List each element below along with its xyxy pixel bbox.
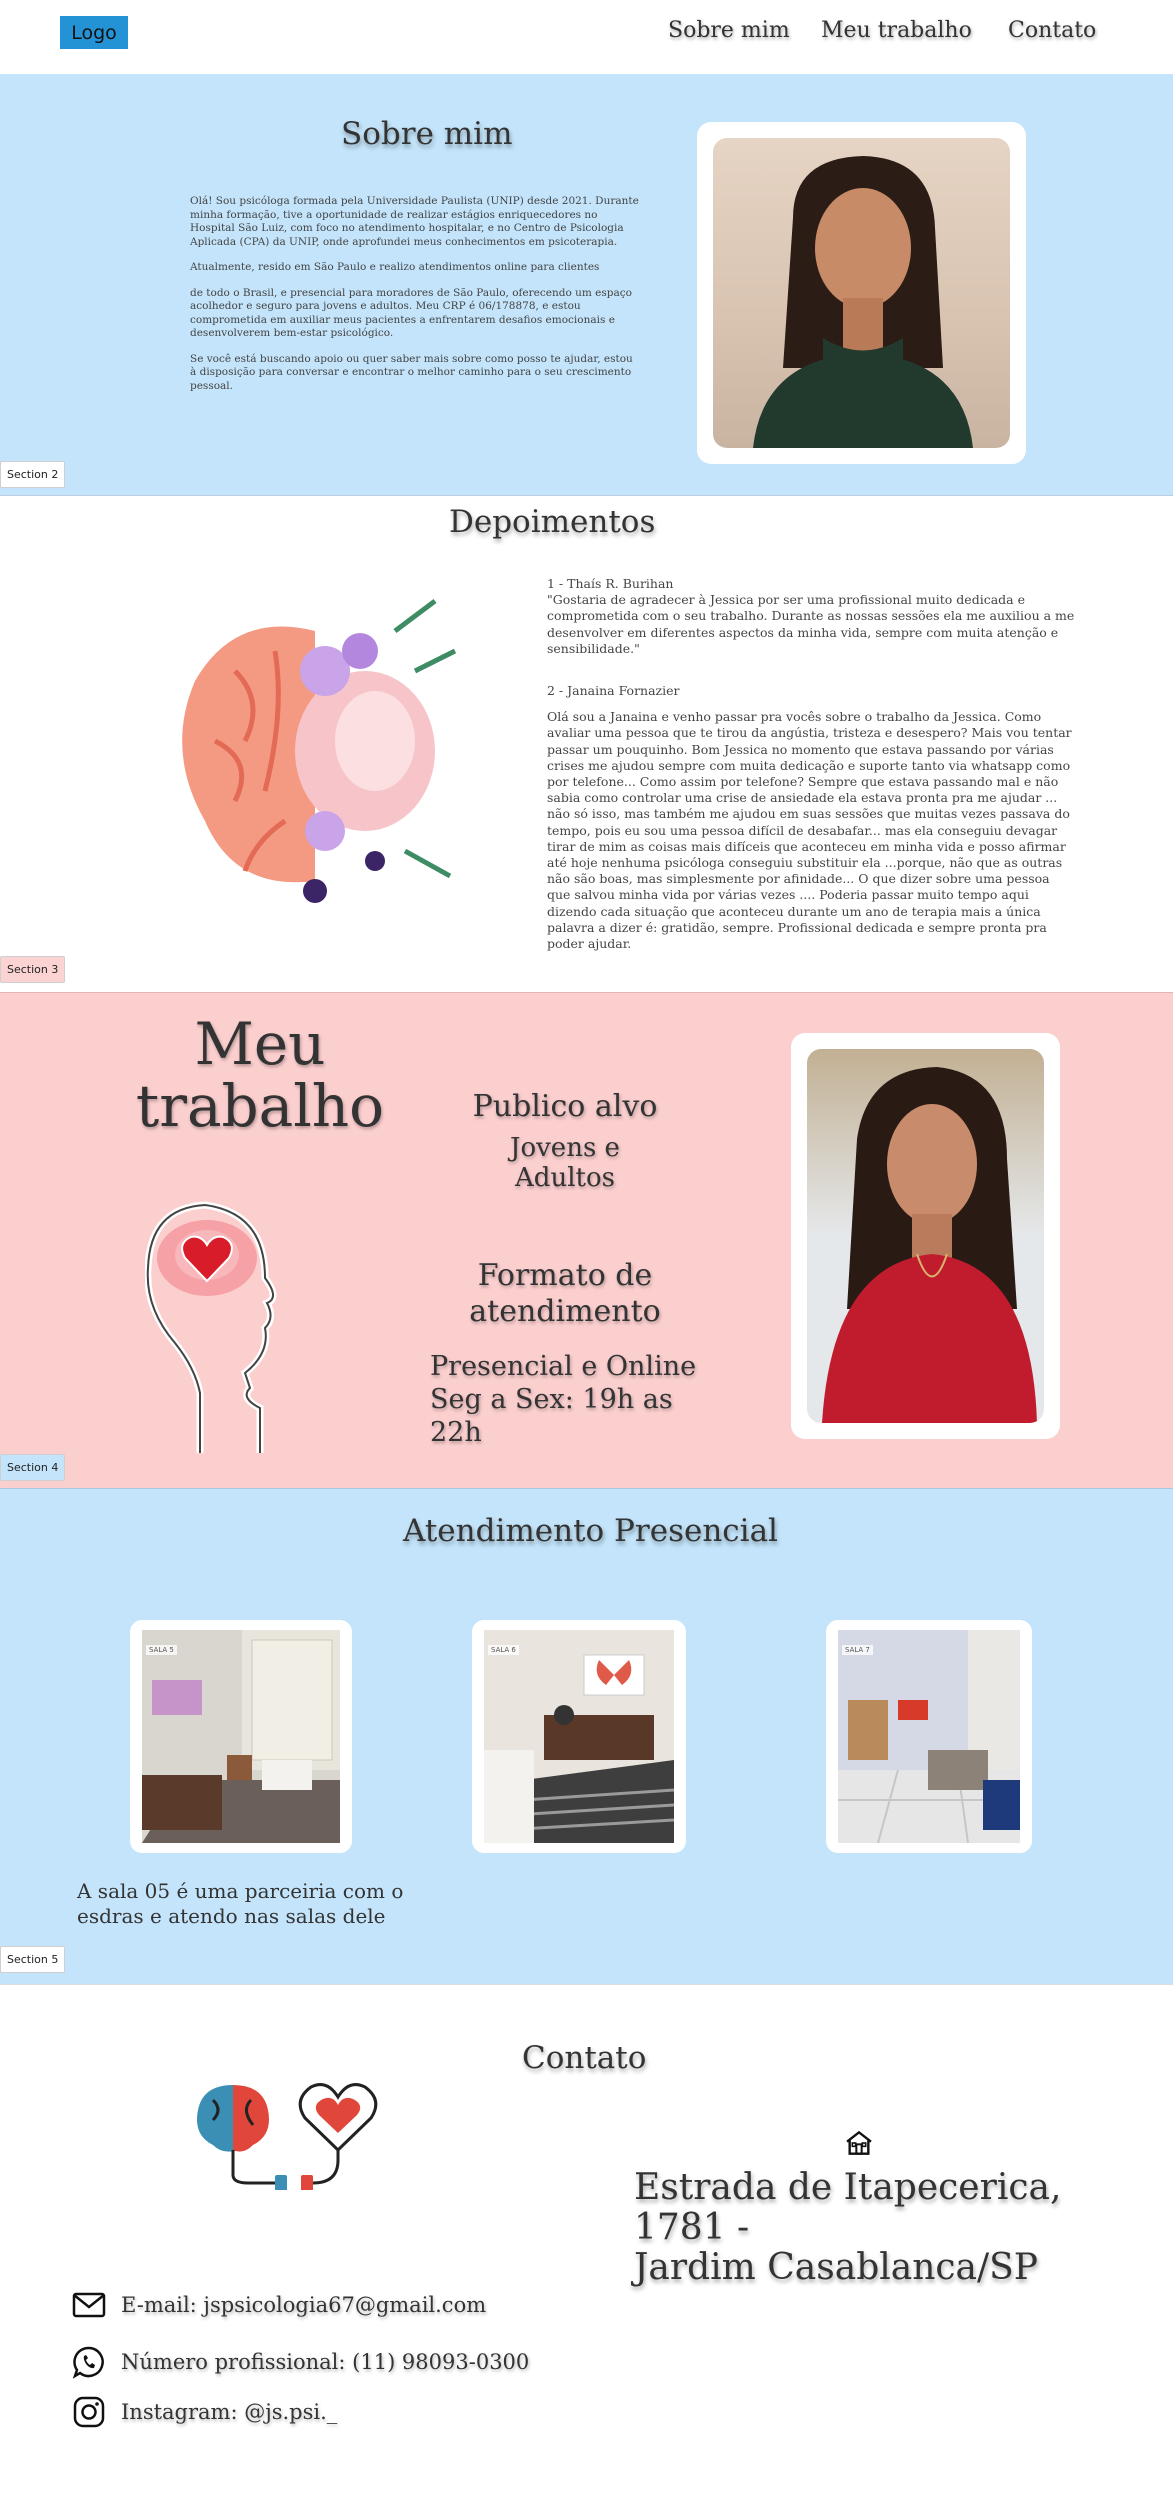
- whatsapp-icon: [72, 2346, 104, 2379]
- room-label: SALA 7: [842, 1645, 873, 1655]
- work-photo-card: [791, 1033, 1060, 1439]
- brain-heart-plug-illustration: [197, 2083, 378, 2190]
- sobre-title: Sobre mim: [341, 116, 513, 152]
- room-photo: SALA 7: [838, 1630, 1020, 1843]
- nav-link-meu-trabalho[interactable]: Meu trabalho: [821, 18, 972, 43]
- brain-flowers-illustration: [182, 599, 457, 903]
- contact-phone[interactable]: Número profissional: (11) 98093-0300: [72, 2345, 529, 2379]
- sobre-paragraph: Olá! Sou psicóloga formada pela Universi…: [190, 195, 639, 248]
- section-tag: Section 2: [0, 461, 66, 488]
- address-line: Estrada de Itapecerica, 1781 -: [634, 2167, 1062, 2248]
- formato-title-line: Formato de: [477, 1258, 653, 1293]
- trabalho-title-line: trabalho: [135, 1072, 385, 1140]
- formato-title: Formato de atendimento: [440, 1258, 690, 1330]
- contact-email[interactable]: E-mail: jspsicologia67@gmail.com: [72, 2292, 486, 2318]
- home-icon: [846, 2130, 872, 2155]
- room-card: SALA 6: [472, 1620, 686, 1853]
- testimonial-author: 1 - Thaís R. Burihan: [547, 576, 674, 591]
- room-label: SALA 5: [146, 1645, 177, 1655]
- profile-photo: [713, 138, 1010, 448]
- sobre-paragraph: Se você está buscando apoio ou quer sabe…: [190, 352, 633, 392]
- nav-link-contato[interactable]: Contato: [1008, 18, 1096, 43]
- section-meu-trabalho: Meu trabalho Publico alvo Jovens e Adult…: [0, 992, 1173, 1488]
- section-atendimento-presencial: Atendimento Presencial SALA 5 SALA 6 SAL…: [0, 1488, 1173, 1984]
- room-card: SALA 7: [826, 1620, 1032, 1853]
- depoimentos-title: Depoimentos: [449, 504, 656, 540]
- nav-link-sobre-mim[interactable]: Sobre mim: [668, 18, 790, 43]
- section-tag: Section 3: [0, 956, 66, 983]
- head-heart-illustration: [145, 1201, 277, 1453]
- instagram-icon: [73, 2396, 105, 2428]
- testimonials-list: 1 - Thaís R. Burihan "Gostaria de agrade…: [547, 576, 1077, 952]
- sobre-paragraph: de todo o Brasil, e presencial para mora…: [190, 286, 632, 340]
- address-line: Jardim Casablanca/SP: [634, 2247, 1039, 2288]
- section-depoimentos: Depoimentos 1 - Thaís R. Burihan "Gostar…: [0, 496, 1173, 992]
- testimonial-text: "Gostaria de agradecer à Jessica por ser…: [547, 592, 1075, 656]
- envelope-icon: [72, 2292, 106, 2318]
- section-contato: Contato Estrada de Itapecerica, 1781 - J…: [0, 1984, 1173, 2507]
- formato-text: Presencial e Online Seg a Sex: 19h as 22…: [430, 1350, 730, 1449]
- work-photo: [807, 1049, 1044, 1423]
- section-sobre-mim: Sobre mim Olá! Sou psicóloga formada pel…: [0, 74, 1173, 496]
- trabalho-title: Meu trabalho: [130, 1013, 390, 1137]
- address: Estrada de Itapecerica, 1781 - Jardim Ca…: [634, 2168, 1154, 2288]
- formato-title-line: atendimento: [469, 1294, 661, 1329]
- top-navbar: Logo Sobre mim Meu trabalho Contato: [0, 0, 1173, 74]
- room-label: SALA 6: [488, 1645, 519, 1655]
- presencial-note: A sala 05 é uma parceiria com o esdras e…: [77, 1879, 404, 1928]
- formato-modo: Presencial e Online: [430, 1351, 697, 1382]
- testimonial-text: Olá sou a Janaina e venho passar pra voc…: [547, 709, 1072, 952]
- email-text[interactable]: E-mail: jspsicologia67@gmail.com: [121, 2293, 486, 2317]
- testimonial-author: 2 - Janaina Fornazier: [547, 683, 680, 699]
- formato-horario: Seg a Sex: 19h as 22h: [430, 1384, 673, 1448]
- presencial-title: Atendimento Presencial: [403, 1513, 778, 1549]
- contato-title: Contato: [522, 2040, 647, 2076]
- trabalho-title-line: Meu: [194, 1010, 326, 1078]
- phone-text[interactable]: Número profissional: (11) 98093-0300: [121, 2350, 529, 2374]
- instagram-text[interactable]: Instagram: @js.psi._: [121, 2400, 337, 2424]
- room-photo: SALA 6: [484, 1630, 674, 1843]
- section-tag: Section 4: [0, 1454, 66, 1481]
- publico-alvo-line: Adultos: [515, 1163, 615, 1193]
- publico-alvo-text: Jovens e Adultos: [440, 1133, 690, 1193]
- publico-alvo-line: Jovens e: [510, 1133, 620, 1163]
- profile-photo-card: [697, 122, 1026, 464]
- room-card: SALA 5: [130, 1620, 352, 1853]
- sobre-text: Olá! Sou psicóloga formada pela Universi…: [190, 195, 640, 405]
- logo[interactable]: Logo: [60, 16, 128, 49]
- publico-alvo-title: Publico alvo: [472, 1089, 658, 1124]
- contact-instagram[interactable]: Instagram: @js.psi._: [72, 2395, 337, 2429]
- room-photo: SALA 5: [142, 1630, 340, 1843]
- section-tag: Section 5: [0, 1946, 66, 1973]
- sobre-paragraph: Atualmente, resido em São Paulo e realiz…: [190, 261, 600, 273]
